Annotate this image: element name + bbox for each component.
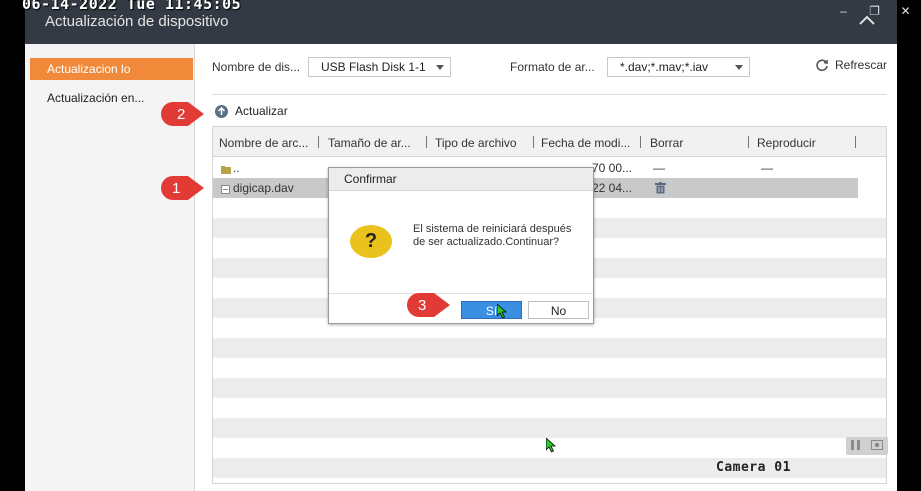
column-header-file-size[interactable]: Tamaño de ar... [328, 136, 411, 150]
restore-button[interactable]: ❐ [859, 0, 890, 22]
column-header-file-type[interactable]: Tipo de archivo [435, 136, 517, 150]
device-select-value: USB Flash Disk 1-1 [321, 60, 426, 74]
file-format-value: *.dav;*.mav;*.iav [620, 60, 709, 74]
refresh-label: Refrescar [834, 58, 887, 72]
refresh-button[interactable]: Refrescar [815, 58, 887, 72]
table-row [213, 338, 886, 358]
callout-1: 1 [160, 175, 204, 201]
callout-2: 2 [160, 101, 204, 127]
dialog-message: El sistema de reiniciará después de ser … [413, 223, 572, 248]
play-placeholder: — [761, 161, 773, 175]
dialog-title: Confirmar [329, 168, 593, 191]
file-name: .. [233, 161, 240, 175]
file-date: 22 04... [592, 181, 633, 195]
column-separator [855, 136, 856, 148]
chevron-down-icon [735, 65, 743, 70]
pause-icon[interactable] [851, 437, 861, 455]
callout-number: 3 [418, 297, 426, 314]
sidebar-item-local-upgrade[interactable]: Actualizacion lo [30, 58, 193, 80]
column-header-play[interactable]: Reproducir [757, 136, 816, 150]
filter-toolbar: Nombre de dis... USB Flash Disk 1-1 Form… [212, 57, 887, 77]
table-row [213, 418, 886, 438]
file-date: 70 00... [592, 161, 633, 175]
no-button[interactable]: No [528, 301, 589, 319]
column-header-delete[interactable]: Borrar [650, 136, 683, 150]
snapshot-icon[interactable] [870, 437, 883, 455]
mouse-cursor-icon [545, 437, 557, 458]
yes-button[interactable]: Sí [461, 301, 522, 319]
table-row [213, 378, 886, 398]
file-format-select[interactable]: *.dav;*.mav;*.iav [607, 57, 750, 77]
refresh-icon [816, 59, 828, 72]
delete-placeholder: — [653, 161, 665, 175]
upgrade-button[interactable]: Actualizar [215, 104, 288, 118]
dialog-footer: Sí No [329, 293, 593, 323]
upgrade-icon [215, 104, 228, 118]
mouse-cursor-icon [496, 303, 508, 324]
playback-controls [846, 437, 888, 455]
callout-number: 1 [172, 180, 180, 197]
osd-timestamp: 06-14-2022 Tue 11:45:05 [22, 0, 242, 13]
window-title: Actualización de dispositivo [45, 13, 229, 30]
column-separator [640, 136, 641, 148]
column-separator [318, 136, 319, 148]
column-separator [533, 136, 534, 148]
minimize-button[interactable]: – [828, 0, 859, 22]
folder-icon [221, 163, 231, 177]
host-window-controls: – ❐ ✕ [828, 0, 921, 22]
device-select[interactable]: USB Flash Disk 1-1 [308, 57, 451, 77]
file-format-label: Formato de ar... [510, 60, 595, 74]
column-separator [426, 136, 427, 148]
confirm-dialog: Confirmar ? El sistema de reiniciará des… [328, 167, 594, 324]
file-icon [221, 183, 230, 197]
column-separator [748, 136, 749, 148]
question-icon: ? [350, 225, 392, 258]
callout-number: 2 [177, 106, 185, 123]
column-header-modified-date[interactable]: Fecha de modi... [541, 136, 630, 150]
column-header-file-name[interactable]: Nombre de arc... [219, 136, 308, 150]
trash-icon[interactable] [655, 182, 666, 197]
toolbar-divider [212, 94, 887, 95]
device-name-label: Nombre de dis... [212, 60, 301, 74]
file-name: digicap.dav [233, 181, 294, 195]
window-close-button[interactable]: ✕ [890, 0, 921, 22]
table-header: Nombre de arc... Tamaño de ar... Tipo de… [213, 127, 886, 157]
chevron-down-icon [436, 65, 444, 70]
camera-label: Camera 01 [716, 460, 791, 475]
callout-3: 3 [406, 292, 450, 318]
upgrade-label: Actualizar [235, 104, 288, 118]
